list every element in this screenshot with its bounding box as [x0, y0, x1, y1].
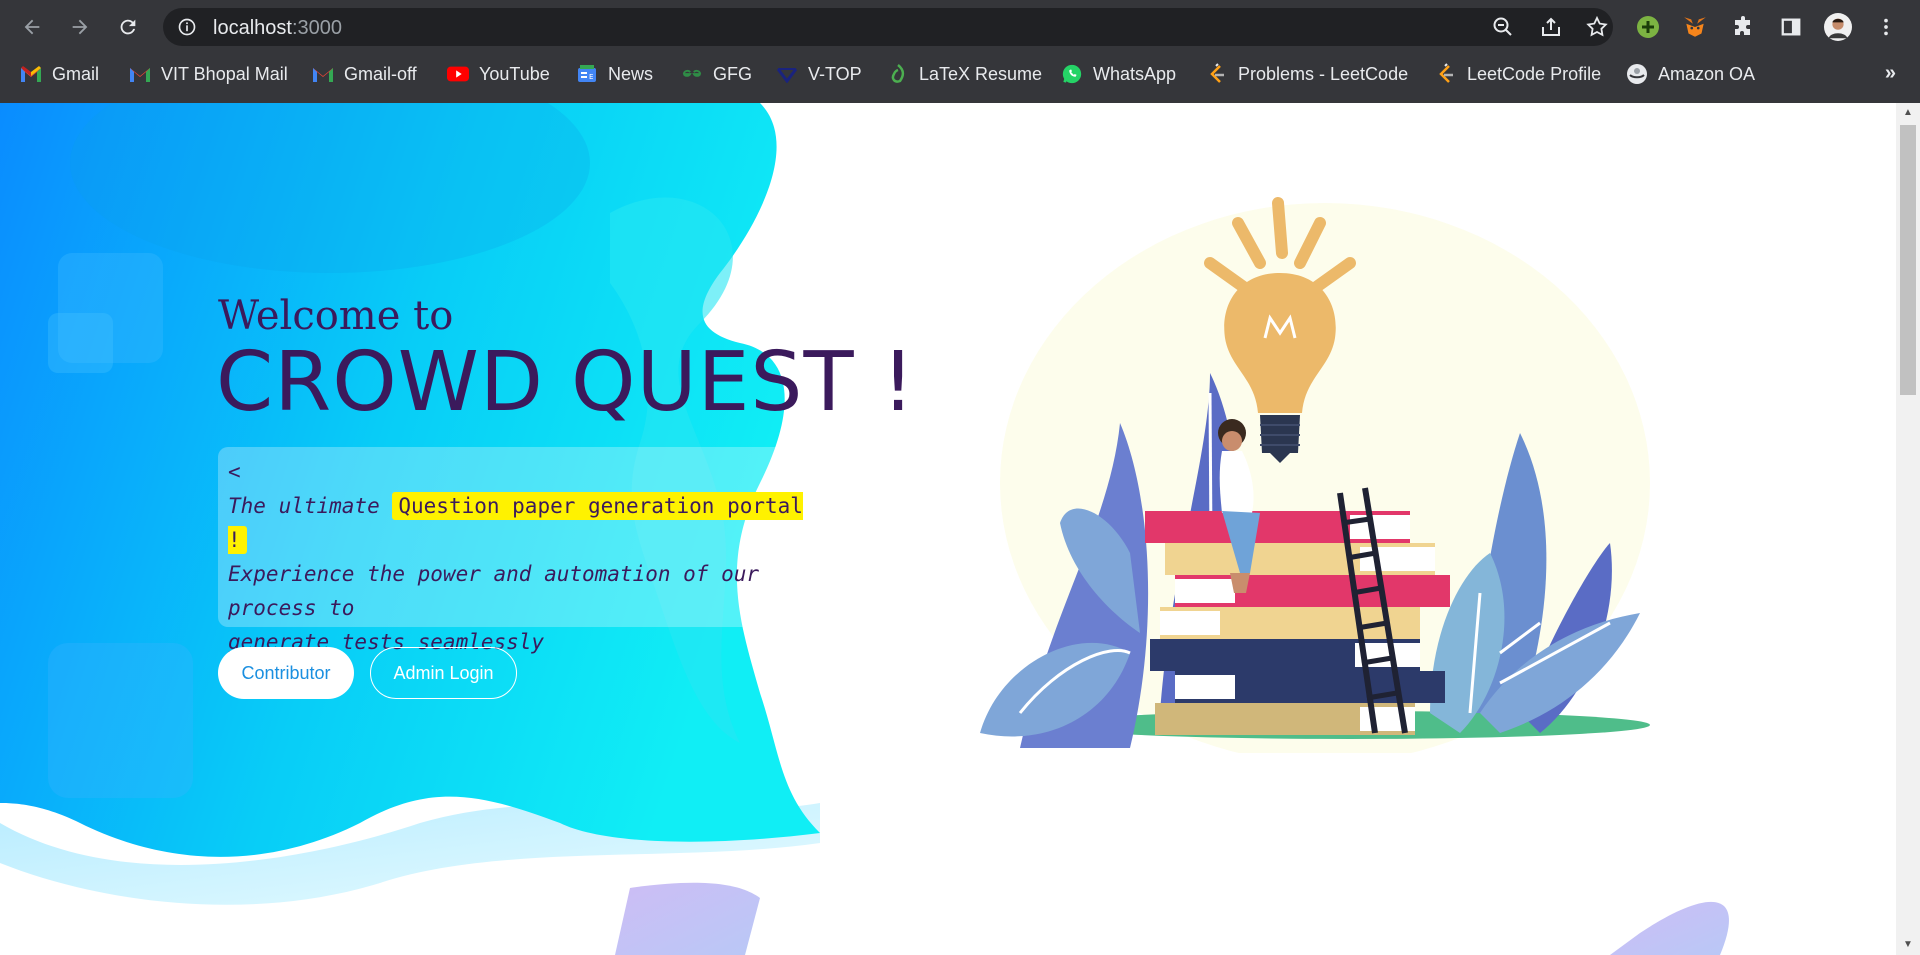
puzzle-extensions-icon[interactable] — [1729, 13, 1757, 41]
share-icon[interactable] — [1539, 15, 1563, 39]
bookmark-label: GFG — [713, 63, 752, 84]
tagline-code-box: < The ultimate Question paper generation… — [218, 447, 840, 688]
overleaf-icon — [887, 63, 909, 85]
bookmark-label: Amazon OA — [1658, 63, 1756, 84]
bookmark-label: LeetCode Profile — [1467, 63, 1602, 84]
gmail-icon — [312, 63, 334, 85]
zoom-out-icon[interactable] — [1491, 15, 1515, 39]
gfg-icon — [681, 63, 703, 85]
url-text[interactable]: localhost:3000 — [213, 17, 342, 40]
vtop-icon — [776, 63, 798, 85]
bookmark-gmail[interactable]: Gmail — [20, 60, 99, 88]
bookmark-news[interactable]: E News — [576, 60, 653, 88]
whatsapp-icon — [1061, 63, 1083, 85]
admin-login-button[interactable]: Admin Login — [370, 647, 517, 699]
youtube-icon — [447, 63, 469, 85]
welcome-heading: Welcome to — [218, 293, 454, 339]
address-bar[interactable]: localhost:3000 — [163, 8, 1613, 46]
code-open-tag: < — [228, 460, 241, 484]
info-icon[interactable] — [177, 17, 197, 37]
bookmark-label: YouTube — [479, 63, 550, 84]
back-button[interactable] — [16, 11, 48, 43]
bookmarks-bar: Gmail VIT Bhopal Mail Gmail-off YouTube … — [0, 56, 1920, 92]
google-news-icon: E — [576, 63, 598, 85]
arrow-right-icon — [72, 19, 88, 35]
bookmark-latex-resume[interactable]: LaTeX Resume — [887, 60, 1042, 88]
leetcode-icon — [1435, 63, 1457, 85]
bookmark-amazon-oa[interactable]: Amazon OA — [1626, 60, 1755, 88]
browser-chrome: localhost:3000 Gmail VIT Bhopal Mail Gma… — [0, 0, 1920, 103]
bookmark-label: Problems - LeetCode — [1238, 63, 1409, 84]
bookmark-gmail-off[interactable]: Gmail-off — [312, 60, 417, 88]
page-scrollbar[interactable]: ▲ ▼ — [1896, 103, 1920, 955]
tagline-line-1: The ultimate Question paper generation p… — [228, 489, 830, 557]
forward-button[interactable] — [64, 11, 96, 43]
bookmark-v-top[interactable]: V-TOP — [776, 60, 862, 88]
contributor-button[interactable]: Contributor — [218, 647, 354, 699]
kebab-menu-icon[interactable] — [1872, 13, 1900, 41]
svg-text:E: E — [589, 73, 593, 81]
profile-avatar[interactable] — [1824, 13, 1852, 41]
brand-title: CROWD QUEST ! — [216, 335, 916, 430]
bookmark-leetcode-profile[interactable]: LeetCode Profile — [1435, 60, 1601, 88]
tagline-line-2: Experience the power and automation of o… — [228, 562, 760, 620]
bookmark-label: VIT Bhopal Mail — [161, 63, 288, 84]
bookmark-problems-leetcode[interactable]: Problems - LeetCode — [1206, 60, 1408, 88]
bookmarks-overflow-button[interactable]: » — [1885, 62, 1896, 85]
bookmark-label: Gmail-off — [344, 63, 417, 84]
gmail-icon — [20, 63, 42, 85]
books-lightbulb-illustration — [980, 197, 1650, 753]
reload-icon — [120, 19, 136, 35]
leetcode-icon — [1206, 63, 1228, 85]
metamask-fox-icon[interactable] — [1681, 13, 1709, 41]
arrow-left-icon — [24, 19, 40, 35]
globe-icon — [1626, 63, 1648, 85]
bookmark-gfg[interactable]: GFG — [681, 60, 752, 88]
bookmark-vit-bhopal-mail[interactable]: VIT Bhopal Mail — [129, 60, 288, 88]
green-plus-extension-icon[interactable] — [1634, 13, 1662, 41]
bookmark-label: Gmail — [52, 63, 100, 84]
bookmark-youtube[interactable]: YouTube — [447, 60, 550, 88]
url-port: :3000 — [291, 17, 342, 39]
tagline-prefix: The ultimate — [228, 494, 393, 518]
bookmark-label: News — [608, 63, 654, 84]
landing-page: Welcome to CROWD QUEST ! < The ultimate … — [0, 103, 1896, 955]
reload-button[interactable] — [112, 11, 144, 43]
bookmark-whatsapp[interactable]: WhatsApp — [1061, 60, 1176, 88]
bookmark-label: V-TOP — [808, 63, 862, 84]
bookmark-label: LaTeX Resume — [919, 63, 1043, 84]
side-panel-icon[interactable] — [1777, 13, 1805, 41]
bookmark-label: WhatsApp — [1093, 63, 1177, 84]
gmail-icon — [129, 63, 151, 85]
url-host: localhost — [213, 17, 292, 39]
star-icon[interactable] — [1585, 15, 1609, 39]
scroll-up-arrow[interactable]: ▲ — [1902, 107, 1914, 119]
scroll-thumb[interactable] — [1900, 125, 1916, 395]
browser-toolbar: localhost:3000 — [0, 0, 1920, 54]
scroll-down-arrow[interactable]: ▼ — [1902, 939, 1914, 951]
